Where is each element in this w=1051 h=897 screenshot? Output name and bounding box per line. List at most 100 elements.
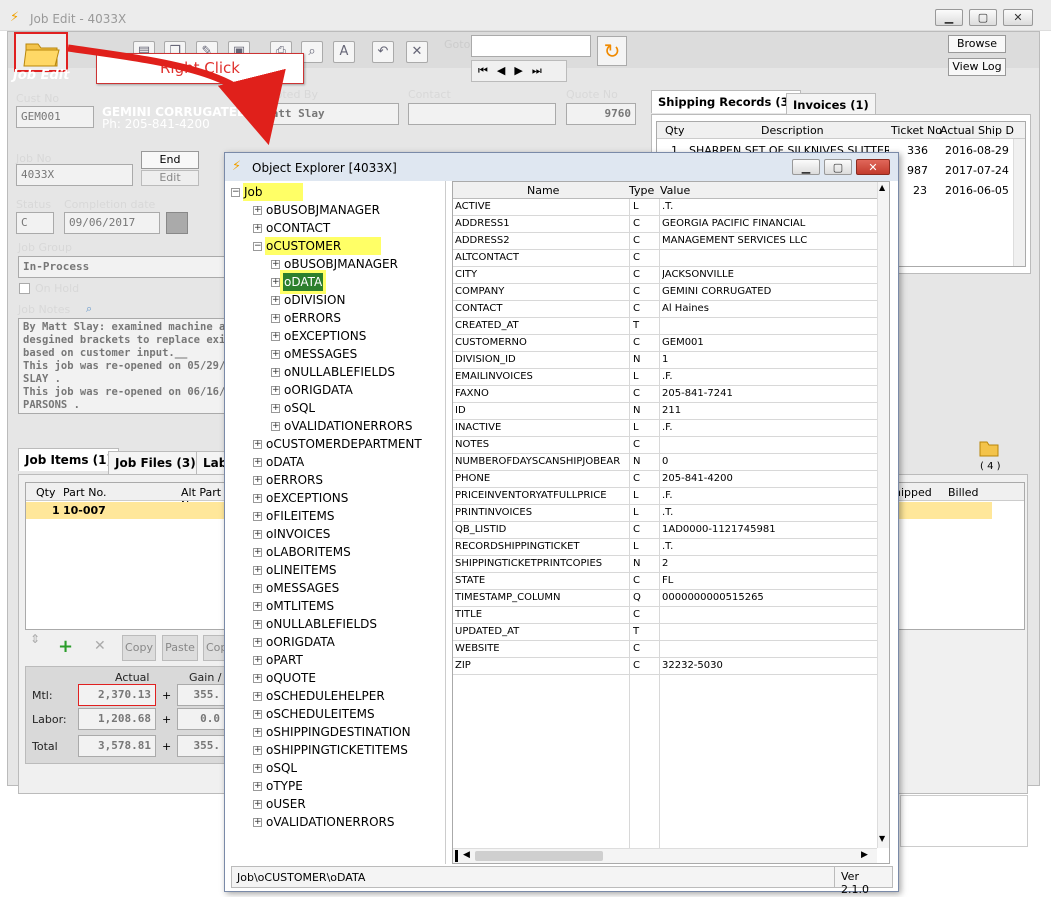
expand-icon[interactable]: + — [271, 421, 280, 431]
expand-icon[interactable]: + — [253, 727, 262, 737]
expand-icon[interactable]: + — [253, 745, 262, 755]
expand-icon[interactable]: + — [253, 547, 262, 557]
tree-node[interactable]: + oDIVISION — [271, 291, 346, 309]
tree-node[interactable]: + oSQL — [253, 759, 298, 777]
expand-icon[interactable]: + — [253, 205, 262, 215]
explorer-close-button[interactable]: ✕ — [856, 159, 890, 175]
table-row[interactable]: UPDATED_AT T — [453, 624, 877, 641]
explorer-maximize-button[interactable]: ▢ — [824, 159, 852, 175]
tree-node[interactable]: + oSHIPPINGDESTINATION — [253, 723, 412, 741]
tree-node[interactable]: + oERRORS — [253, 471, 324, 489]
expand-icon[interactable]: + — [271, 385, 280, 395]
tree-node[interactable]: − Job — [231, 183, 303, 201]
table-row[interactable]: ADDRESS2 C MANAGEMENT SERVICES LLC — [453, 233, 877, 250]
tree-node[interactable]: + oSCHEDULEITEMS — [253, 705, 376, 723]
tree-node[interactable]: + oNULLABLEFIELDS — [253, 615, 378, 633]
tree-node[interactable]: + oCUSTOMERDEPARTMENT — [253, 435, 423, 453]
tree-node[interactable]: + oINVOICES — [253, 525, 331, 543]
table-row[interactable]: RECORDSHIPPINGTICKET L .T. — [453, 539, 877, 556]
tree-node[interactable]: + oLABORITEMS — [253, 543, 352, 561]
tree-node[interactable]: + oPART — [253, 651, 304, 669]
scroll-right-icon[interactable]: ▶ — [861, 850, 868, 860]
table-row[interactable]: PRINTINVOICES L .T. — [453, 505, 877, 522]
tree-node[interactable]: + oNULLABLEFIELDS — [271, 363, 396, 381]
expand-icon[interactable]: + — [271, 403, 280, 413]
expand-icon[interactable]: + — [271, 277, 280, 287]
tree-node[interactable]: − oCUSTOMER — [253, 237, 382, 255]
tree-node[interactable]: + oMTLITEMS — [253, 597, 335, 615]
tree-node[interactable]: + oDATA — [253, 453, 305, 471]
property-grid[interactable]: Name Type Value ACTIVE L .T. ADDRESS1 C GEORG… — [452, 181, 890, 864]
expand-icon[interactable]: + — [253, 529, 262, 539]
expand-icon[interactable]: + — [253, 673, 262, 683]
tree-node[interactable]: + oUSER — [253, 795, 307, 813]
expand-icon[interactable]: + — [271, 313, 280, 323]
scroll-left-icon[interactable]: ◀ — [463, 850, 470, 860]
expand-icon[interactable]: + — [253, 511, 262, 521]
expand-icon[interactable]: + — [253, 223, 262, 233]
tree-node[interactable]: + oORIGDATA — [253, 633, 336, 651]
expand-icon[interactable]: + — [253, 619, 262, 629]
grid-horizontal-scrollbar[interactable]: ◀ ▶ — [453, 848, 877, 863]
table-row[interactable]: PRICEINVENTORYATFULLPRICE L .F. — [453, 488, 877, 505]
table-row[interactable]: COMPANY C GEMINI CORRUGATED — [453, 284, 877, 301]
collapse-icon[interactable]: − — [231, 187, 240, 197]
table-row[interactable]: TITLE C — [453, 607, 877, 624]
scroll-thumb[interactable] — [475, 851, 603, 861]
tree-node[interactable]: + oLINEITEMS — [253, 561, 338, 579]
expand-icon[interactable]: + — [253, 691, 262, 701]
collapse-icon[interactable]: − — [253, 241, 262, 251]
tree-node[interactable]: + oEXCEPTIONS — [253, 489, 349, 507]
table-row[interactable]: EMAILINVOICES L .F. — [453, 369, 877, 386]
tree-node[interactable]: + oBUSOBJMANAGER — [253, 201, 381, 219]
expand-icon[interactable]: + — [253, 565, 262, 575]
expand-icon[interactable]: + — [271, 367, 280, 377]
tree-node[interactable]: + oQUOTE — [253, 669, 317, 687]
expand-icon[interactable]: + — [253, 799, 262, 809]
expand-icon[interactable]: + — [271, 259, 280, 269]
table-row[interactable]: TIMESTAMP_COLUMN Q 0000000000515265 — [453, 590, 877, 607]
table-row[interactable]: PHONE C 205-841-4200 — [453, 471, 877, 488]
table-row[interactable]: NOTES C — [453, 437, 877, 454]
tree-node[interactable]: + oDATA — [271, 270, 327, 294]
tree-node[interactable]: + oFILEITEMS — [253, 507, 335, 525]
scroll-down-icon[interactable]: ▼ — [879, 834, 885, 843]
expand-icon[interactable]: + — [253, 583, 262, 593]
tree-node[interactable]: + oMESSAGES — [271, 345, 358, 363]
table-row[interactable]: NUMBEROFDAYSCANSHIPJOBEAR N 0 — [453, 454, 877, 471]
table-row[interactable]: STATE C FL — [453, 573, 877, 590]
table-row[interactable]: ADDRESS1 C GEORGIA PACIFIC FINANCIAL — [453, 216, 877, 233]
tree-node[interactable]: + oVALIDATIONERRORS — [271, 417, 413, 435]
table-row[interactable]: CREATED_AT T — [453, 318, 877, 335]
tree-node[interactable]: + oERRORS — [271, 309, 342, 327]
tree-node[interactable]: + oORIGDATA — [271, 381, 354, 399]
grid-vertical-scrollbar[interactable]: ▲ ▼ — [877, 182, 889, 848]
table-row[interactable]: QB_LISTID C 1AD0000-1121745981 — [453, 522, 877, 539]
tree-node[interactable]: + oTYPE — [253, 777, 304, 795]
explorer-minimize-button[interactable]: ▁ — [792, 159, 820, 175]
table-row[interactable]: CITY C JACKSONVILLE — [453, 267, 877, 284]
expand-icon[interactable]: + — [253, 601, 262, 611]
scroll-up-icon[interactable]: ▲ — [879, 183, 885, 192]
table-row[interactable]: SHIPPINGTICKETPRINTCOPIES N 2 — [453, 556, 877, 573]
table-row[interactable]: ID N 211 — [453, 403, 877, 420]
table-row[interactable]: DIVISION_ID N 1 — [453, 352, 877, 369]
expand-icon[interactable]: + — [253, 817, 262, 827]
table-row[interactable]: ZIP C 32232-5030 — [453, 658, 877, 675]
table-row[interactable]: CONTACT C Al Haines — [453, 301, 877, 318]
tree-node[interactable]: + oEXCEPTIONS — [271, 327, 367, 345]
tree-node[interactable]: + oCONTACT — [253, 219, 331, 237]
expand-icon[interactable]: + — [253, 493, 262, 503]
expand-icon[interactable]: + — [253, 781, 262, 791]
tree-node[interactable]: + oMESSAGES — [253, 579, 340, 597]
tree-node[interactable]: + oSHIPPINGTICKETITEMS — [253, 741, 409, 759]
expand-icon[interactable]: + — [271, 349, 280, 359]
expand-icon[interactable]: + — [253, 709, 262, 719]
expand-icon[interactable]: + — [271, 331, 280, 341]
expand-icon[interactable]: + — [253, 763, 262, 773]
table-row[interactable]: ALTCONTACT C — [453, 250, 877, 267]
expand-icon[interactable]: + — [253, 475, 262, 485]
object-tree[interactable]: − Job + oBUSOBJMANAGER + oCONTACT − oCUSTOMER + o… — [231, 181, 446, 864]
expand-icon[interactable]: + — [253, 655, 262, 665]
expand-icon[interactable]: + — [253, 439, 262, 449]
